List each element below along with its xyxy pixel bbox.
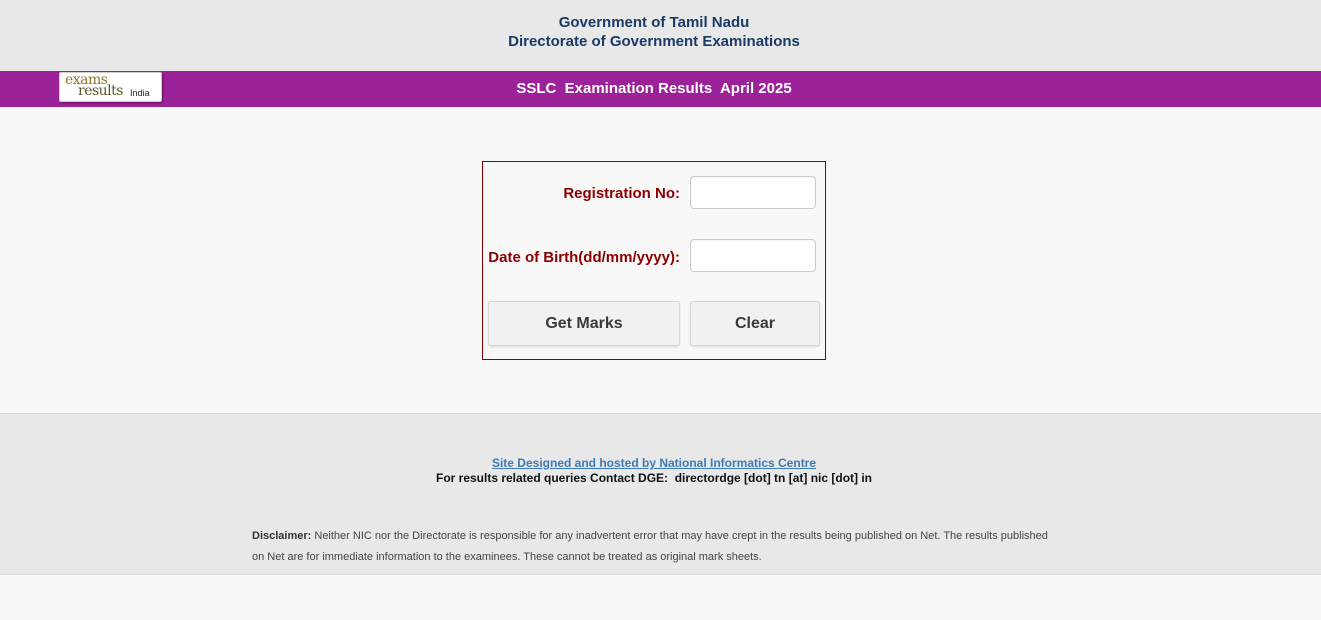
contact-info: For results related queries Contact DGE:…: [435, 471, 873, 485]
page-header: Government of Tamil Nadu Directorate of …: [0, 0, 1321, 71]
disclaimer: Disclaimer: Neither NIC nor the Director…: [252, 526, 1062, 568]
results-banner: exams results India SSLC Examination Res…: [0, 71, 1321, 107]
registration-label: Registration No:: [563, 185, 680, 202]
page-footer: Site Designed and hosted by National Inf…: [0, 413, 1321, 575]
registration-input[interactable]: [690, 176, 816, 209]
dob-label: Date of Birth(dd/mm/yyyy):: [488, 249, 680, 266]
banner-title: SSLC Examination Results April 2025: [516, 80, 792, 97]
get-marks-button[interactable]: Get Marks: [488, 301, 680, 346]
government-title: Government of Tamil Nadu: [558, 14, 750, 31]
results-login-form: Registration No: Date of Birth(dd/mm/yyy…: [482, 161, 826, 360]
nic-hosting-link[interactable]: Site Designed and hosted by National Inf…: [0, 456, 1308, 470]
disclaimer-text: Neither NIC nor the Directorate is respo…: [252, 530, 1048, 563]
directorate-title: Directorate of Government Examinations: [508, 33, 800, 50]
disclaimer-label: Disclaimer:: [252, 530, 312, 542]
dob-input[interactable]: [690, 239, 816, 272]
clear-button[interactable]: Clear: [690, 301, 820, 346]
